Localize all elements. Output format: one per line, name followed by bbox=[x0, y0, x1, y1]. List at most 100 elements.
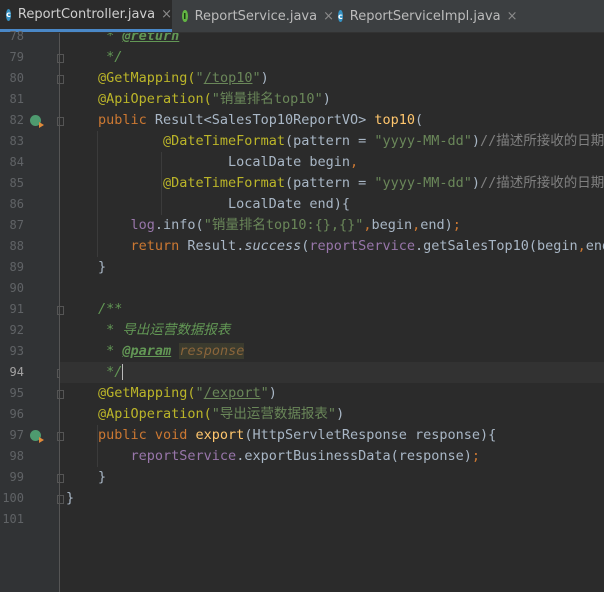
code-token: ; bbox=[471, 448, 481, 464]
code-line[interactable]: @ApiOperation("导出运营数据报表") bbox=[98, 404, 344, 425]
code-token: "销量排名top10" bbox=[211, 91, 323, 107]
code-token: , bbox=[577, 238, 586, 254]
code-token: Result<SalesTop10ReportVO> bbox=[154, 112, 375, 128]
code-line[interactable]: @GetMapping("/export") bbox=[98, 383, 277, 404]
code-token: "yyyy-MM-dd" bbox=[374, 133, 472, 149]
code-line[interactable]: LocalDate end){ bbox=[98, 194, 350, 215]
code-token: ) bbox=[471, 175, 481, 191]
code-line[interactable]: reportService.exportBusinessData(respons… bbox=[98, 446, 481, 467]
code-line[interactable]: @DateTimeFormat(pattern = "yyyy-MM-dd")/… bbox=[98, 131, 604, 152]
line-number: 85 bbox=[9, 176, 24, 190]
code-line[interactable]: @ApiOperation("销量排名top10") bbox=[98, 89, 331, 110]
line-number: 87 bbox=[9, 218, 24, 232]
line-number: 88 bbox=[9, 239, 24, 253]
class-icon: c bbox=[338, 10, 343, 22]
code-token: Result. bbox=[187, 238, 245, 254]
code-token: */ bbox=[98, 49, 123, 65]
code-token: end) bbox=[420, 217, 453, 233]
code-token: " bbox=[260, 385, 269, 401]
code-token: response bbox=[179, 343, 245, 359]
line-number: 91 bbox=[9, 302, 24, 316]
code-token: " bbox=[195, 70, 204, 86]
run-gutter-icon[interactable] bbox=[30, 115, 44, 128]
code-token: .info( bbox=[154, 217, 204, 233]
close-icon[interactable]: × bbox=[507, 9, 518, 24]
line-number: 81 bbox=[9, 92, 24, 106]
code-token: (pattern = bbox=[284, 175, 375, 191]
code-token: @param bbox=[122, 343, 172, 359]
code-line[interactable]: */ bbox=[98, 47, 122, 68]
tab-report-service-impl[interactable]: c ReportServiceImpl.java × bbox=[332, 0, 518, 32]
code-token: , bbox=[363, 217, 372, 233]
code-token: @DateTimeFormat bbox=[163, 175, 285, 191]
line-number: 100 bbox=[2, 491, 24, 505]
tab-label: ReportController.java bbox=[17, 7, 156, 22]
code-token: @return bbox=[122, 33, 180, 44]
code-token: //描述所接收的日期时 bbox=[480, 133, 604, 149]
line-number: 80 bbox=[9, 71, 24, 85]
code-line[interactable]: * @param response bbox=[98, 341, 245, 362]
code-line[interactable]: } bbox=[66, 488, 74, 509]
tab-label: ReportServiceImpl.java bbox=[349, 8, 501, 24]
code-line[interactable]: */ bbox=[98, 362, 124, 383]
code-token: end) bbox=[585, 238, 604, 254]
code-token: //描述所接收的日期时 bbox=[480, 175, 604, 191]
code-token: , bbox=[349, 154, 359, 170]
code-token: public bbox=[98, 112, 155, 128]
line-number: 97 bbox=[9, 428, 24, 442]
code-token: @GetMapping( bbox=[98, 70, 196, 86]
code-line[interactable]: log.info("销量排名top10:{},{}",begin,end); bbox=[98, 215, 461, 236]
code-token: reportService bbox=[309, 238, 416, 254]
close-icon[interactable]: × bbox=[161, 7, 172, 22]
code-token: } bbox=[98, 469, 107, 485]
line-number-gutter[interactable]: 78 79 80 81 82 83 84 85 86 87 88 89 90 91 92 93 94 95 96 97… bbox=[0, 29, 64, 592]
code-line[interactable]: } bbox=[98, 257, 106, 278]
code-token: .getSalesTop10(begin bbox=[415, 238, 578, 254]
code-line[interactable]: LocalDate begin, bbox=[98, 152, 358, 173]
code-token: */ bbox=[98, 364, 123, 380]
code-editor[interactable]: * @return */@GetMapping("/top10") @ApiOpe… bbox=[60, 33, 604, 592]
code-line[interactable]: @DateTimeFormat(pattern = "yyyy-MM-dd")/… bbox=[98, 173, 604, 194]
code-token: "导出运营数据报表" bbox=[211, 406, 337, 422]
interface-icon: I bbox=[182, 10, 188, 22]
code-token: * bbox=[98, 343, 123, 359]
code-token: /export bbox=[203, 385, 261, 401]
line-number: 94 bbox=[9, 365, 24, 379]
code-line[interactable]: * 导出运营数据报表 bbox=[98, 320, 230, 341]
line-number: 78 bbox=[9, 29, 24, 43]
code-line[interactable]: public void export(HttpServletResponse r… bbox=[98, 425, 496, 446]
line-number: 89 bbox=[9, 260, 24, 274]
run-gutter-icon[interactable] bbox=[30, 430, 44, 443]
code-token: ; bbox=[452, 217, 461, 233]
code-token: "yyyy-MM-dd" bbox=[374, 175, 472, 191]
code-token: public void bbox=[98, 427, 196, 443]
tab-report-controller[interactable]: c ReportController.java × bbox=[0, 0, 172, 32]
line-number: 98 bbox=[9, 449, 24, 463]
code-line[interactable]: } bbox=[98, 467, 106, 488]
code-token: @ApiOperation( bbox=[98, 406, 212, 422]
line-number: 79 bbox=[9, 50, 24, 64]
code-token: /** bbox=[98, 301, 123, 317]
code-token: } bbox=[66, 490, 75, 506]
tab-report-service[interactable]: I ReportService.java × bbox=[174, 0, 334, 32]
line-number: 92 bbox=[9, 323, 24, 337]
line-number: 99 bbox=[9, 470, 24, 484]
code-line[interactable]: return Result.success(reportService.getS… bbox=[98, 236, 604, 257]
code-line[interactable]: public Result<SalesTop10ReportVO> top10( bbox=[98, 110, 423, 131]
code-token: reportService bbox=[130, 448, 237, 464]
code-line[interactable]: * @return bbox=[98, 33, 179, 47]
code-token: export bbox=[195, 427, 245, 443]
code-token: ) bbox=[322, 91, 331, 107]
code-line[interactable]: @GetMapping("/top10") bbox=[98, 68, 269, 89]
code-line[interactable]: /** bbox=[98, 299, 122, 320]
code-token: begin bbox=[371, 217, 413, 233]
code-token: * bbox=[98, 33, 123, 44]
line-number: 93 bbox=[9, 344, 24, 358]
code-token: ) bbox=[471, 133, 481, 149]
code-token: @ApiOperation( bbox=[98, 91, 212, 107]
text-caret bbox=[122, 364, 124, 380]
tab-label: ReportService.java bbox=[194, 8, 318, 24]
